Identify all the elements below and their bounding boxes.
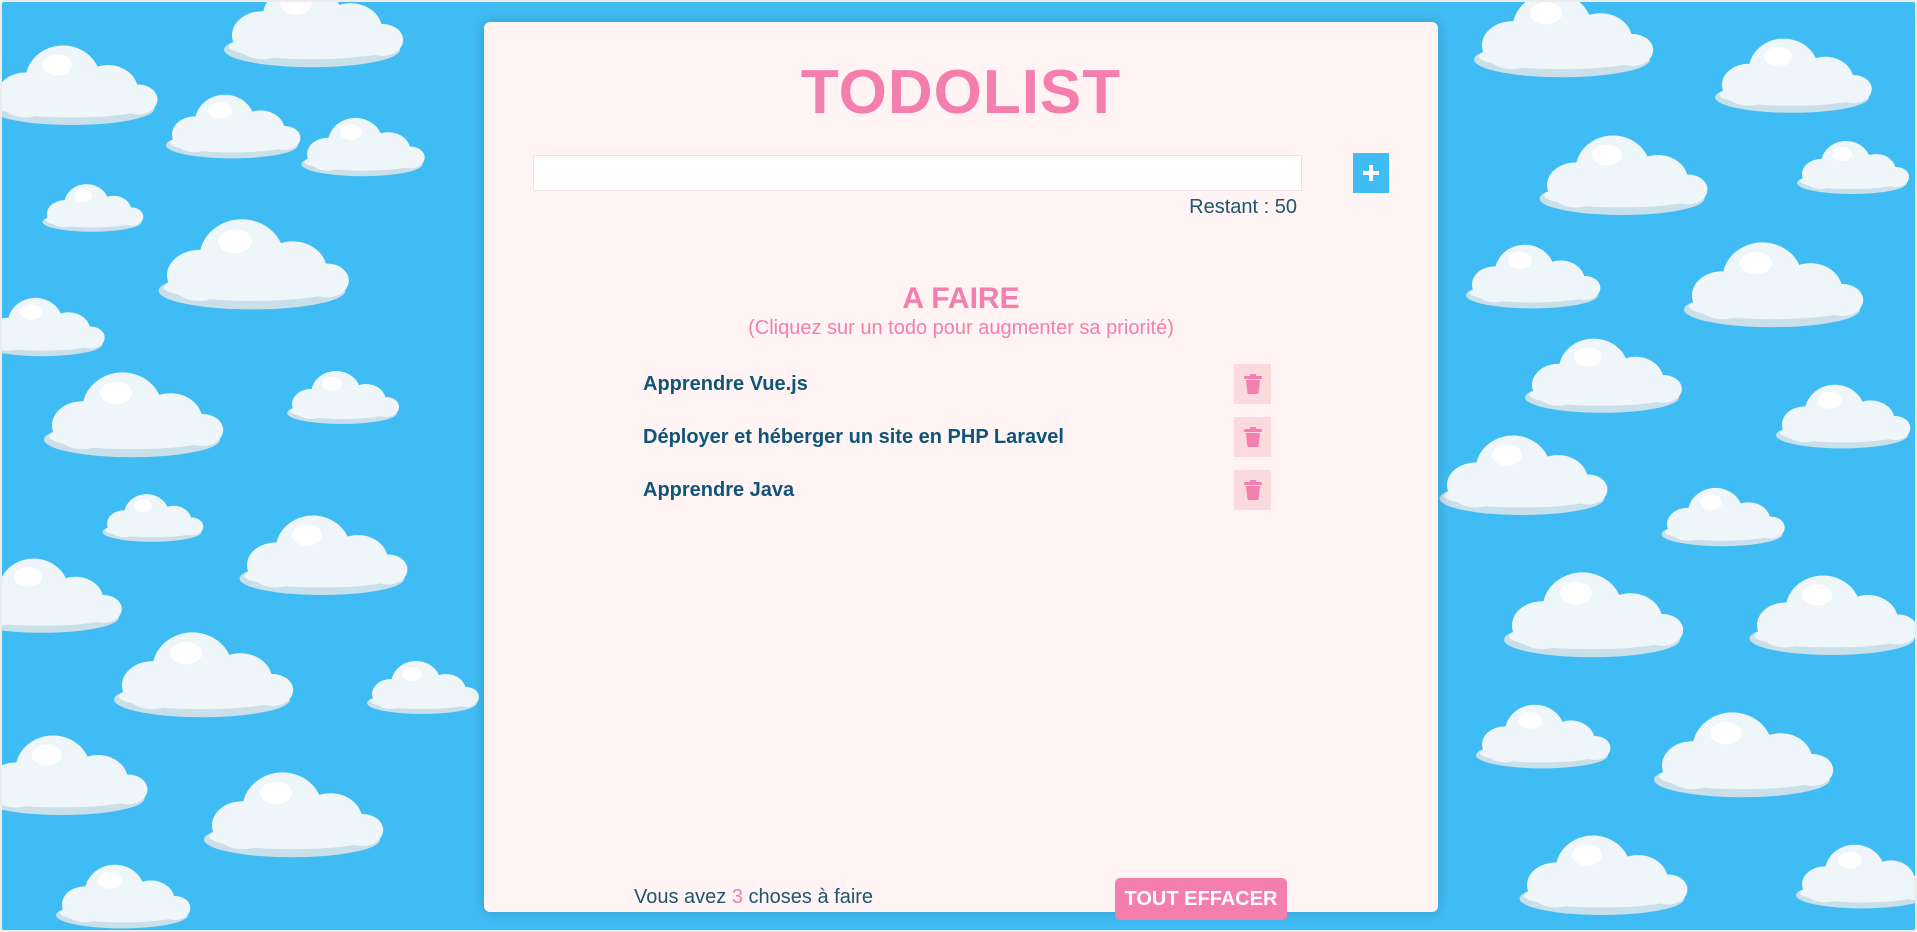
todo-label: Apprendre Vue.js: [643, 373, 808, 395]
todo-item[interactable]: Déployer et héberger un site en PHP Lara…: [643, 417, 1271, 457]
sky-background: TODOLIST Restant : 50 A FAIRE (Cliquez s…: [0, 0, 1917, 932]
new-todo-input[interactable]: [533, 155, 1302, 191]
delete-todo-button[interactable]: [1234, 417, 1271, 457]
todo-section-subtitle: (Cliquez sur un todo pour augmenter sa p…: [748, 317, 1174, 339]
app-title: TODOLIST: [800, 58, 1122, 127]
plus-icon: [1363, 165, 1379, 181]
todo-item[interactable]: Apprendre Vue.js: [643, 364, 1271, 404]
todo-panel: TODOLIST Restant : 50 A FAIRE (Cliquez s…: [484, 22, 1438, 920]
todo-section-title: A FAIRE: [902, 282, 1020, 315]
trash-icon: [1243, 374, 1262, 394]
todo-item[interactable]: Apprendre Java: [643, 470, 1271, 510]
remaining-counter: Restant : 50: [1189, 196, 1297, 218]
todo-label: Apprendre Java: [643, 479, 795, 501]
count-suffix: choses à faire: [748, 886, 874, 908]
clear-all-button[interactable]: TOUT EFFACER: [1115, 878, 1287, 920]
todo-count-number: 3: [731, 886, 743, 908]
todo-count-text: Vous avez 3 choses à faire: [634, 886, 873, 909]
trash-icon: [1243, 427, 1262, 447]
todo-list: Apprendre Vue.js Déployer et héberger un…: [643, 364, 1271, 523]
delete-todo-button[interactable]: [1234, 470, 1271, 510]
add-todo-button[interactable]: [1353, 153, 1389, 193]
delete-todo-button[interactable]: [1234, 364, 1271, 404]
count-prefix: Vous avez: [634, 886, 727, 908]
todo-label: Déployer et héberger un site en PHP Lara…: [643, 426, 1064, 448]
trash-icon: [1243, 480, 1262, 500]
